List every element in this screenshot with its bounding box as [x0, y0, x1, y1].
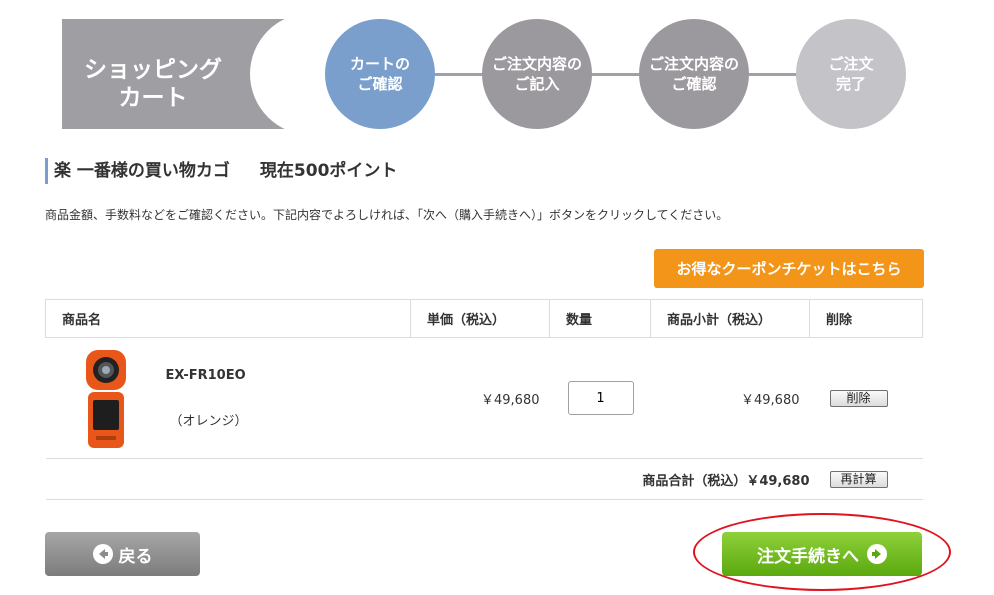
- step-order-confirm: ご注文内容の ご確認: [639, 19, 749, 129]
- header-unit-price: 単価（税込）: [410, 299, 550, 338]
- product-image[interactable]: [84, 350, 128, 448]
- header-delete: 削除: [809, 299, 923, 338]
- shopping-cart-banner: ショッピング カート: [62, 19, 322, 129]
- back-button-label: 戻る: [118, 546, 153, 567]
- total-row: 商品合計（税込）￥49,680 再計算: [45, 458, 923, 500]
- coupon-button[interactable]: お得なクーポンチケットはこちら: [654, 249, 924, 288]
- cart-heading: 楽 一番様の買い物カゴ 現在500ポイント: [45, 158, 397, 184]
- header-subtotal: 商品小計（税込）: [650, 299, 810, 338]
- shop-name: 楽 一番様の買い物カゴ: [54, 161, 230, 181]
- checkout-progress: ショッピング カート カートの ご確認 ご注文内容の ご記入 ご注文内容の ご確…: [0, 0, 994, 140]
- step-complete: ご注文 完了: [796, 19, 906, 129]
- total-label: 商品合計（税込）￥49,680: [45, 458, 810, 500]
- header-product-name: 商品名: [45, 299, 411, 338]
- table-row: EX-FR10EO （オレンジ） ￥49,680 ￥49,680 削除: [45, 337, 923, 459]
- quantity-cell: [549, 337, 651, 459]
- delete-button[interactable]: 削除: [829, 389, 888, 407]
- recalc-cell: 再計算: [809, 458, 923, 500]
- product-cell: EX-FR10EO （オレンジ）: [45, 337, 411, 459]
- product-variant: （オレンジ）: [169, 414, 248, 429]
- cart-icon-circle: [250, 19, 322, 129]
- back-button[interactable]: 戻る: [45, 532, 200, 576]
- header-quantity: 数量: [549, 299, 651, 338]
- arrow-right-icon: [867, 544, 887, 564]
- delete-cell: 削除: [809, 337, 923, 459]
- checkout-button[interactable]: 注文手続きへ: [722, 532, 922, 576]
- cart-banner-title-line2: カート: [118, 85, 188, 111]
- subtotal: ￥49,680: [650, 337, 810, 459]
- instruction-text: 商品金額、手数料などをご確認ください。下記内容でよろしければ、「次へ（購入手続き…: [45, 208, 729, 222]
- quantity-input[interactable]: [567, 381, 634, 415]
- recalculate-button[interactable]: 再計算: [829, 470, 888, 488]
- cart-table: 商品名 単価（税込） 数量 商品小計（税込） 削除 EX-FR10EO （オレン…: [45, 299, 923, 500]
- table-header-row: 商品名 単価（税込） 数量 商品小計（税込） 削除: [45, 299, 923, 338]
- arrow-left-icon: [92, 544, 113, 564]
- points-balance: 現在500ポイント: [259, 161, 398, 181]
- step-cart-confirm: カートの ご確認: [325, 19, 435, 129]
- cart-banner-title-line1: ショッピング: [84, 57, 222, 83]
- checkout-button-label: 注文手続きへ: [757, 546, 859, 567]
- step-order-entry: ご注文内容の ご記入: [482, 19, 592, 129]
- product-name[interactable]: EX-FR10EO: [166, 368, 246, 383]
- unit-price: ￥49,680: [410, 337, 550, 459]
